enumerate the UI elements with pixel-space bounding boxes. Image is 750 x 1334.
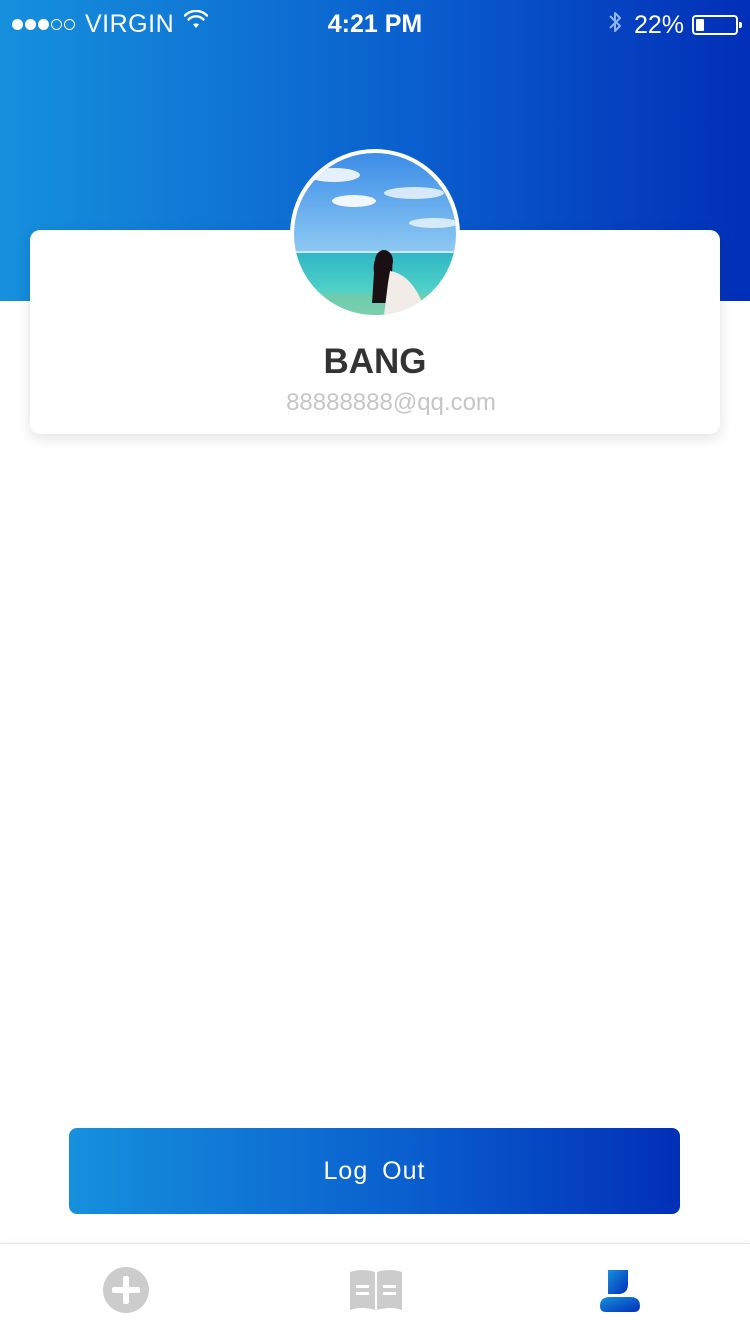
avatar[interactable] [290,149,460,319]
tab-me[interactable] [560,1244,680,1334]
battery-percentage: 22% [633,10,684,39]
logout-button[interactable]: Log Out [69,1128,680,1214]
tab-book[interactable] [316,1244,436,1334]
profile-name: BANG [323,342,427,381]
tab-bar [0,1243,750,1334]
avatar-photo [294,153,456,315]
battery-icon [692,14,742,35]
user-icon [600,1269,640,1312]
plus-circle-icon [103,1266,149,1313]
book-icon [350,1269,402,1310]
bluetooth-icon [608,9,622,40]
profile-screen: VIRGIN 4:21 PM 22% BANG 88888888@qq.com … [0,0,750,1334]
status-bar: VIRGIN 4:21 PM 22% [0,0,750,48]
tab-add[interactable] [66,1244,186,1334]
profile-email: 88888888@qq.com [286,389,496,416]
